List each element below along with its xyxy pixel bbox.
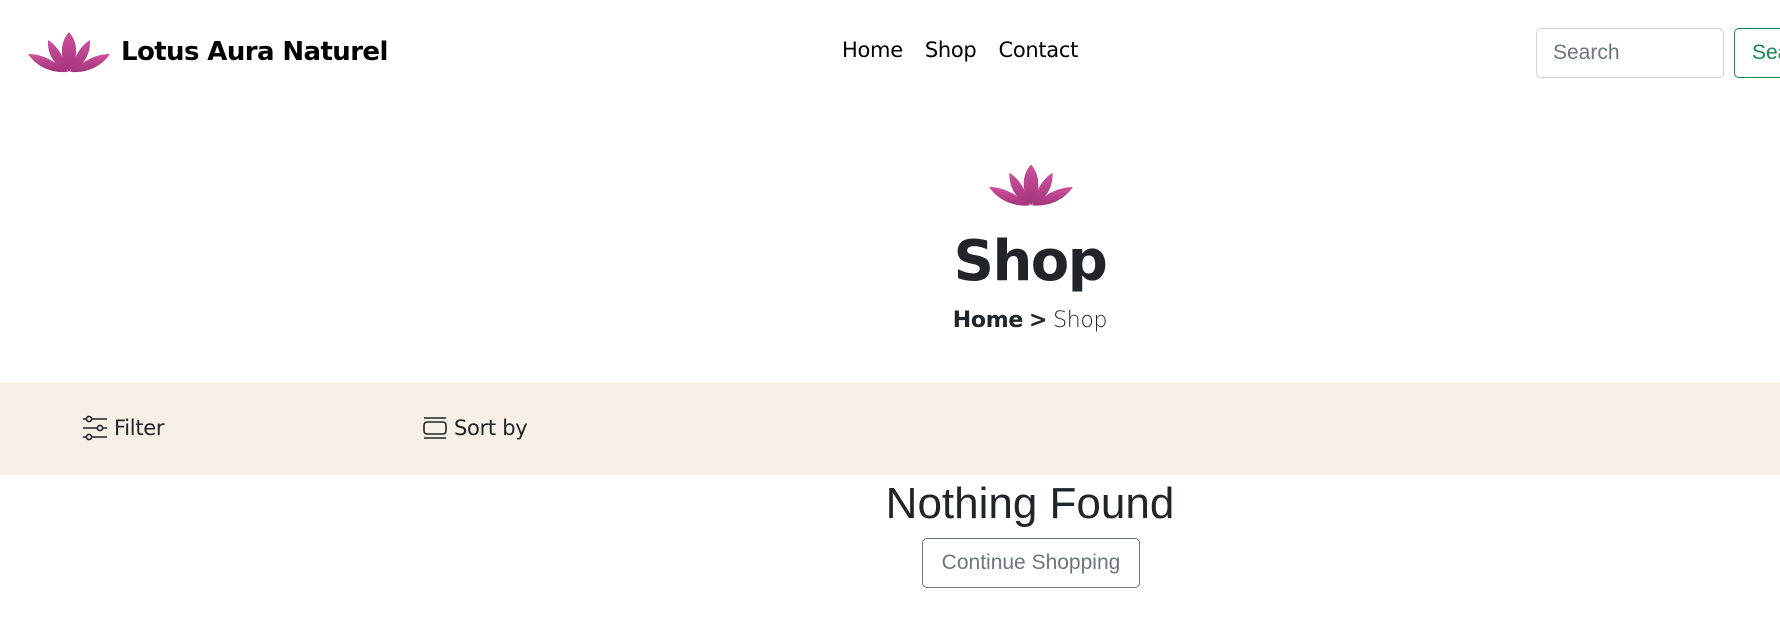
search-button[interactable]: Search [1734,28,1780,78]
nav-link-home[interactable]: Home [842,38,903,62]
empty-state-title: Nothing Found [885,479,1175,528]
breadcrumb-home-link[interactable]: Home [953,308,1023,333]
nav-link-shop[interactable]: Shop [925,38,977,62]
site-header: Lotus Aura Naturel Home Shop Contact Sea… [0,0,1780,106]
sliders-icon [83,415,107,441]
brand-link[interactable]: Lotus Aura Naturel [27,30,388,74]
brand-name: Lotus Aura Naturel [121,37,388,67]
search-input[interactable] [1536,28,1724,78]
sort-label: Sort by [454,416,528,440]
breadcrumb-current: Shop [1053,308,1108,333]
sort-button[interactable]: Sort by [422,415,528,441]
stack-icon [423,417,447,439]
page-title: Shop [953,229,1108,294]
main-nav: Home Shop Contact [842,38,1078,62]
lotus-icon [989,164,1073,206]
filter-button[interactable]: Filter [82,415,165,441]
shop-toolbar: Filter Sort by [0,383,1780,475]
nav-link-contact[interactable]: Contact [998,38,1078,62]
continue-shopping-button[interactable]: Continue Shopping [922,538,1140,588]
lotus-icon [28,32,110,73]
breadcrumb-separator: > [1028,308,1048,333]
filter-label: Filter [114,416,165,440]
breadcrumb: Home > Shop [0,308,1780,333]
